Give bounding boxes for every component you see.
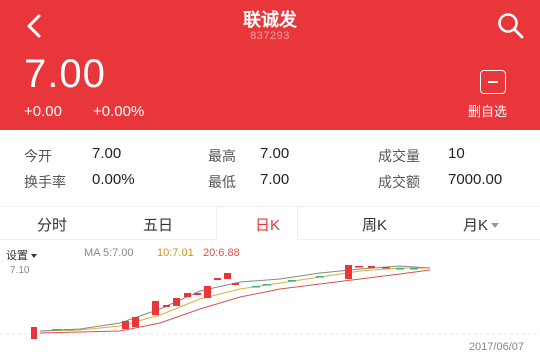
stock-code: 837293 <box>250 30 290 42</box>
amount-value: 7000.00 <box>448 171 503 188</box>
chevron-down-icon <box>491 223 500 229</box>
volume-value: 10 <box>448 145 465 162</box>
price-change: +0.00 <box>24 103 62 120</box>
minus-square-icon[interactable] <box>480 70 506 94</box>
stats-panel: 今开 7.00 最高 7.00 成交量 10 换手率 0.00% 最低 7.00… <box>0 130 540 204</box>
low-label: 最低 <box>208 174 236 190</box>
low-value: 7.00 <box>260 171 290 188</box>
stock-header: 联诚发 837293 7.00 +0.00 +0.00% 删自选 <box>0 0 540 130</box>
candle <box>345 265 352 279</box>
chart-date-label: 2017/06/07 <box>468 341 524 353</box>
candle <box>316 276 324 278</box>
ma20-line <box>39 269 431 334</box>
candle <box>410 268 418 270</box>
candle <box>173 298 180 306</box>
candle <box>368 266 375 268</box>
candle <box>252 286 260 288</box>
open-value: 7.00 <box>92 145 122 162</box>
high-value: 7.00 <box>260 145 290 162</box>
candle <box>184 293 191 297</box>
remove-from-watchlist-button[interactable]: 删自选 <box>468 101 507 120</box>
candle <box>382 267 390 269</box>
search-icon[interactable] <box>496 11 526 41</box>
amount-label: 成交额 <box>378 174 420 190</box>
candle <box>31 327 37 339</box>
candle <box>163 305 170 307</box>
candle <box>224 273 231 279</box>
candle <box>263 284 271 286</box>
stock-name: 联诚发 <box>243 10 297 30</box>
candle <box>152 301 159 315</box>
candlestick-plot <box>0 265 540 339</box>
tab-five-day[interactable]: 五日 <box>143 214 173 235</box>
current-price: 7.00 <box>24 52 106 96</box>
candle <box>355 266 363 268</box>
candle <box>288 280 296 282</box>
high-label: 最高 <box>208 148 236 164</box>
candle <box>396 268 404 270</box>
price-change-percent: +0.00% <box>93 103 145 120</box>
candle <box>232 283 239 285</box>
open-label: 今开 <box>24 148 52 164</box>
tab-daily-k[interactable]: 日K <box>255 214 280 235</box>
turnover-rate-value: 0.00% <box>92 171 135 188</box>
tab-weekly-k[interactable]: 周K <box>362 214 387 235</box>
turnover-rate-label: 换手率 <box>24 174 66 190</box>
candle <box>52 329 62 331</box>
candlestick-chart: 设置 MA 5:7.00 10:7.01 20:6.88 7.10 2017/0… <box>0 241 540 360</box>
candle <box>204 286 211 298</box>
candle <box>64 329 74 331</box>
candle <box>214 278 221 280</box>
tab-intraday[interactable]: 分时 <box>37 214 67 235</box>
chart-period-tabs: 分时 五日 日K 周K 月K <box>0 206 540 240</box>
candle <box>132 317 139 327</box>
tab-monthly-k[interactable]: 月K <box>463 214 500 235</box>
volume-label: 成交量 <box>378 148 420 164</box>
candle <box>122 321 129 329</box>
candle <box>194 293 201 295</box>
tab-monthly-k-label: 月K <box>463 217 489 234</box>
